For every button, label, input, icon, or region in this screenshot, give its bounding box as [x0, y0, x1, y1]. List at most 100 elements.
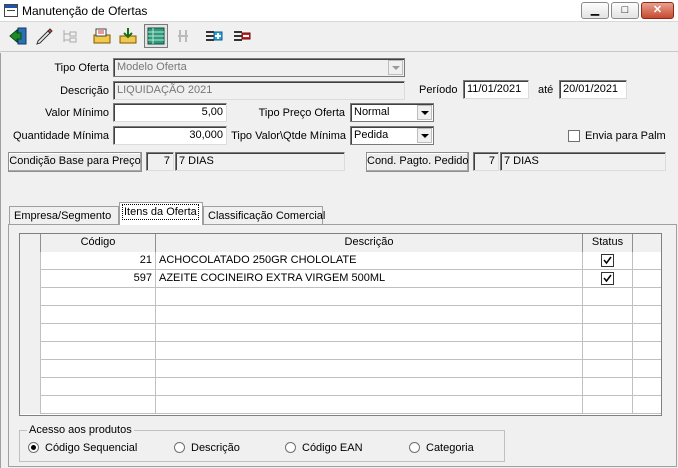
cell-descricao[interactable] [156, 288, 583, 306]
cell-filler[interactable] [633, 360, 661, 378]
cell-descricao[interactable] [156, 360, 583, 378]
row-indicator [20, 306, 41, 324]
status-checkbox[interactable] [601, 272, 614, 285]
cell-codigo[interactable] [41, 288, 156, 306]
condicao-base-preco-code: 7 [146, 152, 174, 171]
grid-button[interactable] [144, 24, 168, 48]
edit-button[interactable] [32, 24, 56, 48]
table-row[interactable] [20, 360, 661, 378]
table-row[interactable] [20, 396, 661, 414]
column-header-codigo[interactable]: Código [41, 234, 156, 252]
cell-codigo[interactable] [41, 360, 156, 378]
cell-filler[interactable] [633, 288, 661, 306]
tipo-preco-oferta-select[interactable]: Normal [350, 103, 434, 122]
cell-filler[interactable] [633, 324, 661, 342]
radio-descricao[interactable]: Descrição [174, 442, 240, 454]
quantidade-minima-field[interactable]: 30,000 [113, 126, 227, 145]
cell-status[interactable] [583, 360, 633, 378]
find-button[interactable] [172, 24, 196, 48]
valor-minimo-field[interactable]: 5,00 [113, 103, 227, 122]
cell-filler[interactable] [633, 306, 661, 324]
window-title: Manutenção de Ofertas [22, 4, 148, 18]
cell-status[interactable] [583, 288, 633, 306]
cell-filler[interactable] [633, 342, 661, 360]
chevron-down-icon [417, 105, 432, 120]
table-row[interactable] [20, 306, 661, 324]
cell-descricao[interactable] [156, 324, 583, 342]
tipo-valor-qtde-minima-select[interactable]: Pedida [350, 126, 434, 145]
cell-descricao[interactable] [156, 378, 583, 396]
table-row[interactable]: 21 ACHOCOLATADO 250GR CHOLOLATE [20, 252, 661, 270]
remove-item-button[interactable] [230, 24, 254, 48]
cell-codigo[interactable] [41, 324, 156, 342]
condicao-base-preco-button[interactable]: Condição Base para Preço [8, 152, 142, 172]
exit-button[interactable] [6, 24, 30, 48]
cell-codigo[interactable] [41, 342, 156, 360]
row-indicator [20, 270, 41, 288]
cell-descricao[interactable]: AZEITE COCINEIRO EXTRA VIRGEM 500ML [156, 270, 583, 288]
table-row[interactable] [20, 288, 661, 306]
tree-button[interactable] [58, 24, 82, 48]
cell-filler[interactable] [633, 396, 661, 414]
valor-minimo-label: Valor Mínimo [45, 107, 109, 119]
cell-filler[interactable] [633, 270, 661, 288]
table-row[interactable] [20, 378, 661, 396]
cell-status[interactable] [583, 342, 633, 360]
envia-para-palm-checkbox[interactable] [568, 130, 580, 142]
cond-pagto-pedido-code: 7 [473, 152, 499, 171]
cell-status[interactable] [583, 378, 633, 396]
exit-door-icon [9, 27, 27, 45]
itens-grid[interactable]: Código Descrição Status 21 ACHOCOLATADO 2… [19, 233, 662, 416]
cell-filler[interactable] [633, 252, 661, 270]
maximize-button[interactable]: □ [611, 2, 639, 19]
cell-status[interactable] [583, 396, 633, 414]
remove-item-icon [234, 31, 251, 41]
cell-codigo[interactable] [41, 306, 156, 324]
edit-pencil-icon [36, 28, 53, 45]
cond-pagto-pedido-button[interactable]: Cond. Pagto. Pedido [366, 152, 469, 172]
descricao-label: Descrição [60, 85, 109, 97]
radio-dot-icon [174, 442, 185, 453]
cell-descricao[interactable] [156, 342, 583, 360]
cell-codigo[interactable] [41, 378, 156, 396]
table-row[interactable]: 597 AZEITE COCINEIRO EXTRA VIRGEM 500ML [20, 270, 661, 288]
tipo-oferta-select[interactable]: Modelo Oferta [113, 58, 405, 77]
minimize-button[interactable]: ▁ [581, 2, 609, 19]
cell-descricao[interactable] [156, 396, 583, 414]
table-row[interactable] [20, 342, 661, 360]
radio-categoria-label: Categoria [426, 442, 474, 454]
tab-classificacao-comercial[interactable]: Classificação Comercial [203, 206, 325, 225]
cell-status[interactable] [583, 252, 633, 270]
add-item-button[interactable] [202, 24, 226, 48]
radio-categoria[interactable]: Categoria [409, 442, 474, 454]
row-indicator [20, 360, 41, 378]
radio-codigo-ean-label: Código EAN [302, 442, 363, 454]
periodo-end-field[interactable]: 20/01/2021 [559, 80, 627, 99]
cell-status[interactable] [583, 306, 633, 324]
cell-codigo[interactable]: 21 [41, 252, 156, 270]
table-row[interactable] [20, 324, 661, 342]
grid-header-filler [633, 234, 661, 252]
tab-empresa-segmento[interactable]: Empresa/Segmento [9, 206, 119, 225]
acesso-produtos-legend: Acesso aos produtos [27, 424, 134, 436]
cell-descricao[interactable]: ACHOCOLATADO 250GR CHOLOLATE [156, 252, 583, 270]
periodo-start-field[interactable]: 11/01/2021 [463, 80, 529, 99]
column-header-status[interactable]: Status [583, 234, 633, 252]
cell-status[interactable] [583, 324, 633, 342]
descricao-field[interactable]: LIQUIDAÇÃO 2021 [113, 81, 405, 100]
open-button[interactable] [90, 24, 114, 48]
radio-codigo-sequencial[interactable]: Código Sequencial [28, 442, 137, 454]
cell-filler[interactable] [633, 378, 661, 396]
save-button[interactable] [116, 24, 140, 48]
tab-itens-da-oferta-label: Itens da Oferta [122, 204, 199, 220]
cell-codigo[interactable] [41, 396, 156, 414]
cell-descricao[interactable] [156, 306, 583, 324]
column-header-descricao[interactable]: Descrição [156, 234, 583, 252]
close-button[interactable]: ✕ [641, 2, 674, 19]
periodo-label: Período [419, 84, 458, 96]
cell-status[interactable] [583, 270, 633, 288]
radio-codigo-ean[interactable]: Código EAN [285, 442, 363, 454]
status-checkbox[interactable] [601, 254, 614, 267]
tab-itens-da-oferta[interactable]: Itens da Oferta [119, 202, 203, 225]
cell-codigo[interactable]: 597 [41, 270, 156, 288]
